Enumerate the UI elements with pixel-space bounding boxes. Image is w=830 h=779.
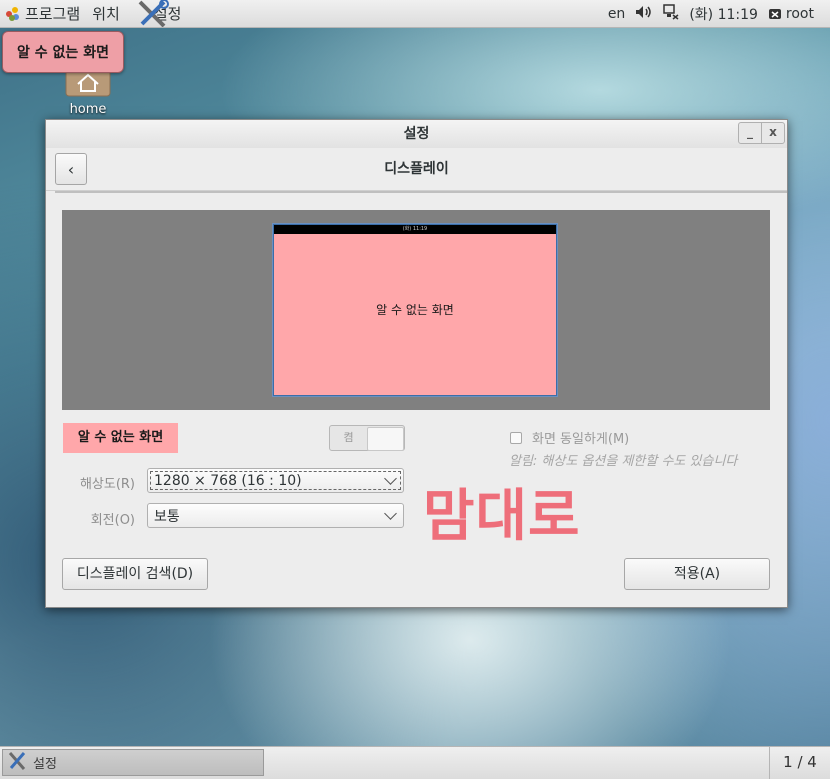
page-title: 디스플레이 [384, 161, 449, 177]
tools-icon [134, 0, 174, 28]
close-button[interactable]: x [761, 123, 784, 143]
user-menu[interactable]: root [768, 6, 814, 22]
chevron-down-icon [384, 472, 397, 485]
header-separator [55, 191, 787, 193]
display-power-toggle[interactable]: 켬 [329, 425, 405, 451]
detect-displays-button[interactable]: 디스플레이 검색(D) [62, 558, 208, 590]
toggle-on-label: 켬 [343, 431, 354, 444]
network-icon[interactable] [663, 3, 679, 24]
applications-menu[interactable]: 프로그램 [0, 0, 86, 27]
places-menu[interactable]: 위치 [86, 0, 126, 27]
volume-icon[interactable] [635, 5, 653, 23]
home-folder-label: home [69, 102, 107, 117]
watermark-text: 맘대로 [423, 484, 581, 549]
resolution-note: 알림: 해상도 옵션을 제한할 수도 있습니다 [509, 454, 738, 469]
keyboard-layout-indicator[interactable]: en [608, 6, 626, 22]
status-area: en (화) 11:19 root [608, 3, 830, 24]
mirror-displays-label: 화면 동일하게(M) [532, 432, 630, 447]
apply-button[interactable]: 적용(A) [624, 558, 770, 590]
display-arrangement-area: (화) 11:19 알 수 없는 화면 [62, 210, 770, 410]
taskbar-item-label: 설정 [33, 757, 57, 772]
resolution-value: 1280 × 768 (16 : 10) [154, 472, 302, 489]
back-button[interactable]: ‹ [55, 153, 87, 185]
applications-label: 프로그램 [25, 5, 81, 23]
monitor-preview[interactable]: (화) 11:19 알 수 없는 화면 [273, 224, 557, 396]
rotation-select[interactable]: 보통 [147, 503, 404, 528]
rotation-label: 회전(O) [90, 513, 135, 528]
chevron-left-icon: ‹ [67, 159, 75, 179]
minimize-button[interactable]: _ [739, 123, 761, 143]
resolution-label: 해상도(R) [79, 477, 135, 492]
toggle-knob [367, 427, 404, 451]
monitor-preview-topbar: (화) 11:19 [274, 225, 556, 234]
monitor-preview-name: 알 수 없는 화면 [376, 303, 454, 317]
screen-identify-label: 알 수 없는 화면 [2, 31, 124, 73]
bottom-panel: 설정 1 / 4 [0, 746, 830, 779]
top-panel: 프로그램 위치 설정 en (화) 11:19 root [0, 0, 830, 28]
workspace-pager[interactable]: 1 / 4 [769, 747, 830, 779]
user-menu-icon [768, 8, 781, 19]
window-title: 설정 [403, 126, 430, 142]
display-name-badge: 알 수 없는 화면 [63, 423, 178, 453]
resolution-select[interactable]: 1280 × 768 (16 : 10) [147, 468, 404, 493]
mirror-displays-checkbox[interactable] [510, 431, 522, 444]
tools-icon [7, 751, 27, 775]
rotation-value: 보통 [154, 508, 180, 525]
settings-window: 설정 _ x ‹ 디스플레이 (화) 11:19 알 수 없는 화면 알 수 없… [45, 119, 788, 608]
taskbar-item-settings[interactable]: 설정 [2, 749, 264, 776]
window-controls: _ x [738, 122, 785, 144]
clock[interactable]: (화) 11:19 [689, 4, 758, 24]
window-titlebar[interactable]: 설정 _ x [46, 120, 787, 148]
places-label: 위치 [92, 5, 120, 23]
applications-icon [6, 6, 20, 21]
window-header: ‹ 디스플레이 [46, 148, 787, 191]
chevron-down-icon [384, 507, 397, 520]
user-name: root [785, 5, 814, 22]
settings-launcher[interactable]: 설정 [126, 0, 188, 28]
mirror-displays-option[interactable]: 화면 동일하게(M) [510, 428, 629, 447]
